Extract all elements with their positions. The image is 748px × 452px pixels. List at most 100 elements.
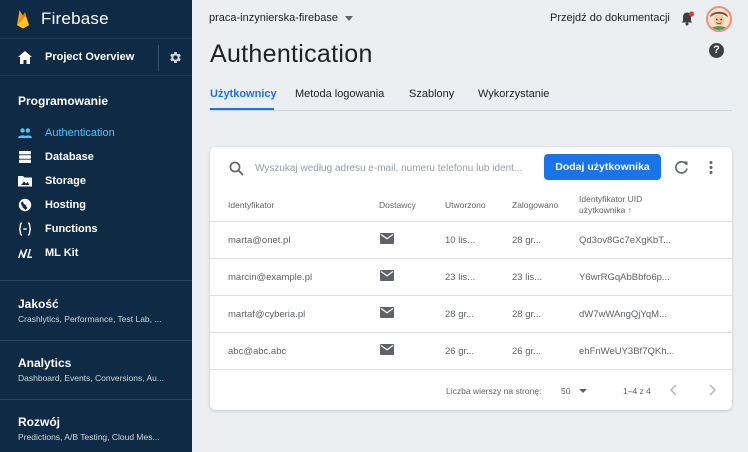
mail-icon bbox=[380, 307, 394, 318]
search-icon bbox=[229, 161, 244, 176]
sidebar-item-label: Database bbox=[45, 151, 94, 163]
more-options-icon[interactable] bbox=[706, 160, 716, 175]
docs-link[interactable]: Przejdź do dokumentacji bbox=[550, 12, 670, 24]
cell-signed-in: 23 lis... bbox=[512, 272, 543, 283]
sidebar-item-ml-kit[interactable]: ML Kit bbox=[0, 241, 192, 265]
page-title: Authentication bbox=[210, 40, 373, 68]
home-icon bbox=[18, 51, 32, 64]
rows-per-page-select[interactable]: 50 bbox=[561, 386, 570, 396]
table-footer: Liczba wierszy na stronę: 50 1–4 z 4 bbox=[210, 369, 732, 410]
cell-created: 10 lis... bbox=[445, 235, 476, 246]
cell-identifier: abc@abc.abc bbox=[228, 346, 287, 357]
brand[interactable]: Firebase bbox=[0, 0, 192, 38]
gear-icon[interactable] bbox=[168, 50, 183, 65]
main-content: praca-inzynierska-firebase Przejdź do do… bbox=[192, 0, 748, 452]
avatar-image bbox=[708, 8, 730, 30]
table-row[interactable]: martaf@cyberia.pl 28 gr... 28 gr... dW7w… bbox=[210, 295, 732, 332]
group-subtitle: Predictions, A/B Testing, Cloud Mes... bbox=[18, 432, 160, 442]
mail-icon bbox=[380, 233, 394, 244]
cell-uid: Qd3ov8Gc7eXgKbT... bbox=[579, 235, 671, 246]
divider bbox=[0, 340, 192, 341]
divider bbox=[158, 45, 159, 71]
sidebar-item-label: ML Kit bbox=[45, 247, 79, 259]
chevron-down-icon bbox=[345, 15, 353, 21]
add-user-button[interactable]: Dodaj użytkownika bbox=[544, 154, 661, 180]
folder-icon bbox=[18, 176, 32, 187]
pagination-range: 1–4 z 4 bbox=[623, 386, 651, 396]
project-selector[interactable]: praca-inzynierska-firebase bbox=[209, 12, 353, 24]
cell-created: 23 lis... bbox=[445, 272, 476, 283]
column-header-uid-line2: użytkownika bbox=[579, 205, 626, 215]
cell-identifier: martaf@cyberia.pl bbox=[228, 309, 306, 320]
column-header-uid-line1: Identyfikator UID bbox=[579, 194, 643, 204]
chevron-left-icon[interactable] bbox=[668, 383, 680, 397]
cell-identifier: marcin@example.pl bbox=[228, 272, 313, 283]
cell-signed-in: 28 gr... bbox=[512, 309, 542, 320]
sort-arrow-icon: ↑ bbox=[627, 205, 632, 215]
project-overview-label: Project Overview bbox=[45, 51, 135, 63]
tab-bar: Użytkownicy Metoda logowania Szablony Wy… bbox=[210, 83, 732, 111]
divider bbox=[0, 399, 192, 400]
rows-per-page-label: Liczba wierszy na stronę: bbox=[446, 386, 542, 396]
tab-sign-in-method[interactable]: Metoda logowania bbox=[295, 88, 384, 100]
sidebar-item-label: Authentication bbox=[45, 127, 115, 139]
chevron-right-icon[interactable] bbox=[706, 383, 718, 397]
cell-created: 28 gr... bbox=[445, 309, 475, 320]
cell-uid: dW7wWAngQjYqM... bbox=[579, 309, 667, 320]
project-name: praca-inzynierska-firebase bbox=[209, 12, 338, 24]
column-header-uid[interactable]: Identyfikator UID użytkownika ↑ bbox=[579, 194, 642, 216]
group-title: Rozwój bbox=[18, 415, 60, 429]
sidebar-item-label: Hosting bbox=[45, 199, 86, 211]
help-icon[interactable]: ? bbox=[709, 43, 724, 58]
group-subtitle: Crashlytics, Performance, Test Lab, ... bbox=[18, 314, 162, 324]
mail-icon bbox=[380, 344, 394, 355]
tab-templates[interactable]: Szablony bbox=[409, 88, 454, 100]
active-tab-indicator bbox=[210, 108, 274, 110]
sidebar-item-label: Storage bbox=[45, 175, 86, 187]
database-icon bbox=[19, 151, 31, 163]
table-row[interactable]: marta@onet.pl 10 lis... 28 gr... Qd3ov8G… bbox=[210, 221, 732, 258]
sidebar-item-label: Functions bbox=[45, 223, 98, 235]
cell-identifier: marta@onet.pl bbox=[228, 235, 291, 246]
firebase-logo-icon bbox=[17, 10, 29, 29]
sidebar-item-authentication[interactable]: Authentication bbox=[0, 121, 192, 145]
cell-uid: ehFnWeUY3Bf7QKh... bbox=[579, 346, 675, 357]
sidebar-group-rozwoj[interactable]: Rozwój Predictions, A/B Testing, Cloud M… bbox=[0, 415, 192, 452]
column-header-providers: Dostawcy bbox=[379, 200, 416, 210]
project-overview[interactable]: Project Overview bbox=[0, 38, 192, 76]
column-header-signed-in[interactable]: Zalogowano bbox=[512, 200, 558, 210]
sidebar-item-database[interactable]: Database bbox=[0, 145, 192, 169]
sidebar-group-analytics[interactable]: Analytics Dashboard, Events, Conversions… bbox=[0, 356, 192, 412]
column-header-created[interactable]: Utworzono bbox=[445, 200, 486, 210]
divider bbox=[0, 280, 192, 281]
sidebar-item-functions[interactable]: Functions bbox=[0, 217, 192, 241]
avatar[interactable] bbox=[706, 6, 732, 32]
table-row[interactable]: marcin@example.pl 23 lis... 23 lis... Y6… bbox=[210, 258, 732, 295]
people-icon bbox=[18, 128, 32, 138]
functions-icon bbox=[18, 222, 32, 236]
tab-usage[interactable]: Wykorzystanie bbox=[478, 88, 549, 100]
mail-icon bbox=[380, 270, 394, 281]
refresh-icon[interactable] bbox=[674, 160, 689, 175]
sidebar: Firebase Project Overview Programowanie … bbox=[0, 0, 192, 452]
column-header-identifier[interactable]: Identyfikator bbox=[228, 200, 274, 210]
cell-signed-in: 28 gr... bbox=[512, 235, 542, 246]
bell-icon[interactable] bbox=[680, 11, 694, 26]
globe-icon bbox=[18, 198, 32, 212]
ml-kit-icon bbox=[18, 249, 32, 258]
sidebar-item-hosting[interactable]: Hosting bbox=[0, 193, 192, 217]
chevron-down-icon[interactable] bbox=[579, 389, 587, 393]
section-title-programowanie: Programowanie bbox=[18, 94, 109, 108]
cell-uid: Y6wrRGqAbBbfo6p... bbox=[579, 272, 670, 283]
tab-users[interactable]: Użytkownicy bbox=[210, 88, 277, 100]
group-subtitle: Dashboard, Events, Conversions, Au... bbox=[18, 373, 164, 383]
cell-created: 26 gr... bbox=[445, 346, 475, 357]
sidebar-item-storage[interactable]: Storage bbox=[0, 169, 192, 193]
search-input[interactable] bbox=[255, 159, 537, 177]
brand-name: Firebase bbox=[41, 9, 109, 28]
users-card: Dodaj użytkownika Identyfikator Dostawcy… bbox=[210, 147, 732, 410]
sidebar-group-jakosc[interactable]: Jakość Crashlytics, Performance, Test La… bbox=[0, 297, 192, 353]
group-title: Jakość bbox=[18, 297, 59, 311]
table-row[interactable]: abc@abc.abc 26 gr... 26 gr... ehFnWeUY3B… bbox=[210, 332, 732, 369]
cell-signed-in: 26 gr... bbox=[512, 346, 542, 357]
